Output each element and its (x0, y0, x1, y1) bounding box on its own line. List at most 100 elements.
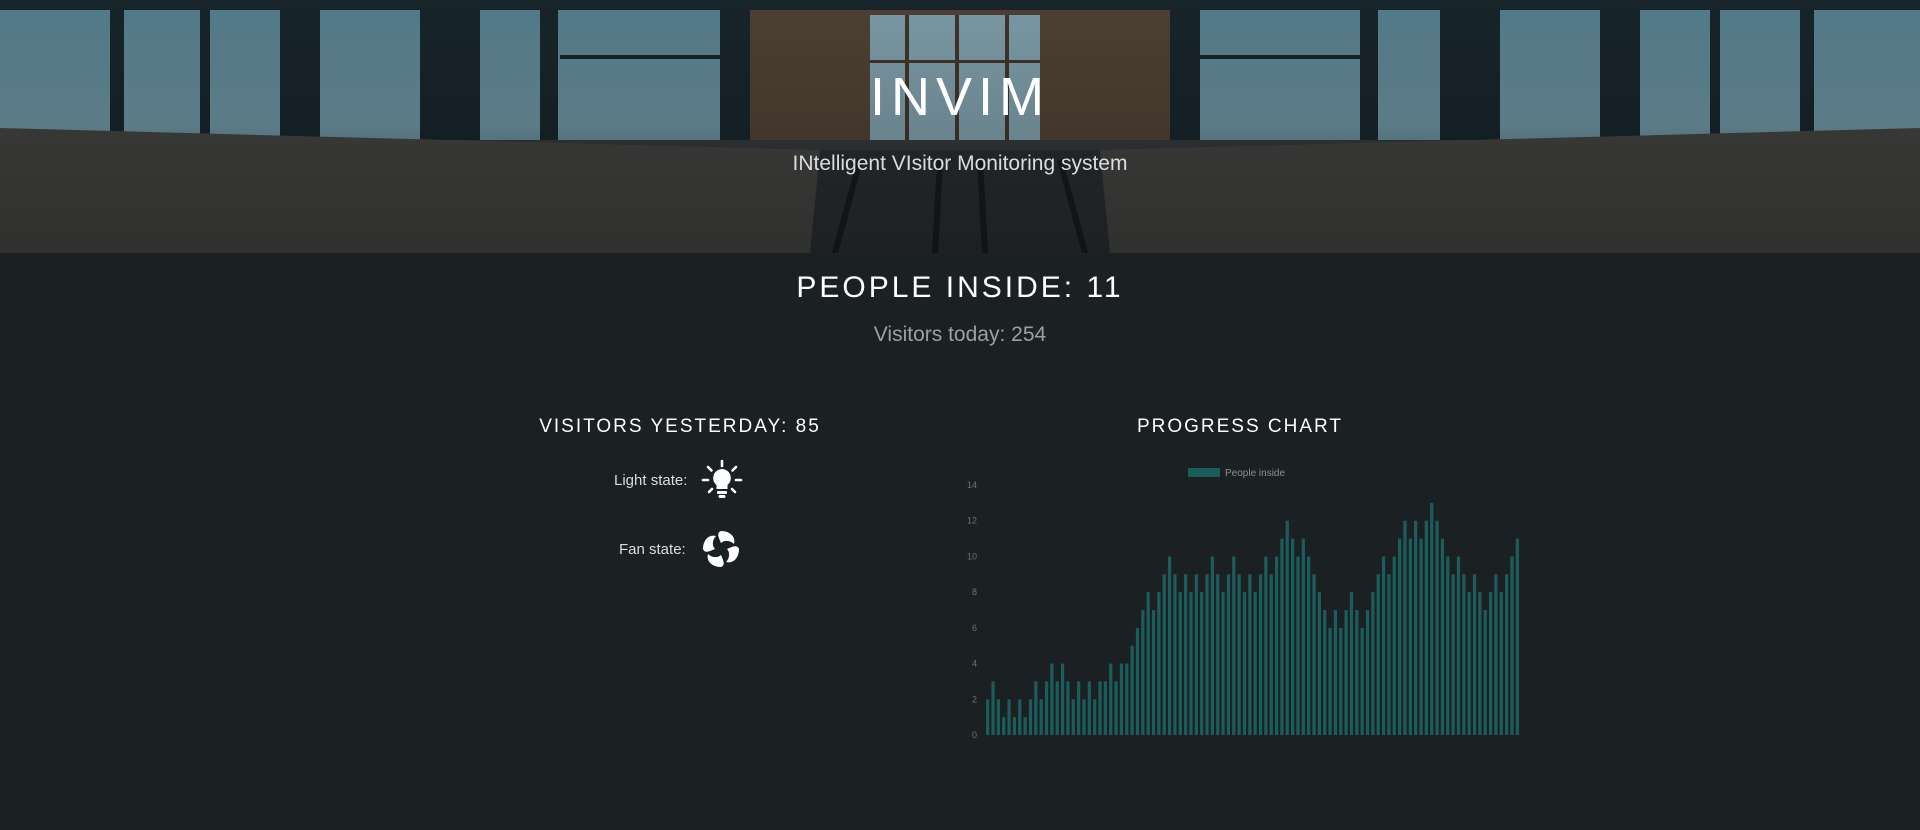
chart-bar (1285, 520, 1289, 735)
fan-icon (702, 531, 739, 567)
chart-bar (1440, 538, 1445, 735)
chart-bar (1151, 610, 1156, 735)
progress-chart: People inside 0 2 4 6 8 10 12 14 (967, 468, 1519, 740)
chart-bar (1189, 592, 1193, 735)
chart-bar (1403, 520, 1407, 735)
fan-state-row: Fan state: (619, 528, 742, 570)
chart-bar (1365, 610, 1370, 735)
chart-bar (1462, 574, 1466, 735)
chart-legend: People inside (1188, 468, 1285, 479)
chart-bar (1114, 681, 1118, 735)
legend-label: People inside (1225, 468, 1285, 479)
chart-bar (1082, 699, 1086, 735)
chart-bar (1515, 538, 1519, 735)
chart-bar (1280, 538, 1284, 735)
chart-bar (1381, 556, 1386, 735)
visitors-yesterday-count: VISITORS YESTERDAY: 85 (539, 416, 821, 437)
chart-bar (991, 681, 995, 735)
chart-bar (1296, 556, 1300, 735)
chart-bar (1125, 663, 1129, 735)
chart-bar (1060, 663, 1065, 735)
chart-bar (1258, 574, 1263, 735)
chart-bar (1355, 610, 1359, 735)
y-tick-label: 14 (967, 480, 977, 490)
chart-bar (1109, 663, 1113, 735)
chart-bar (1264, 556, 1268, 735)
chart-bar (1307, 556, 1311, 735)
chart-bar (1205, 574, 1209, 735)
chart-bar (1077, 681, 1081, 735)
light-state-row: Light state: (614, 459, 743, 501)
y-tick-label: 2 (972, 694, 977, 704)
chart-bar (1157, 592, 1161, 735)
chart-bar (1028, 699, 1033, 735)
chart-bar (1141, 610, 1145, 735)
chart-bar (1007, 699, 1011, 735)
chart-bar (1232, 556, 1236, 735)
chart-bar (1162, 574, 1166, 735)
chart-bar (1408, 538, 1412, 735)
app-subtitle: INtelligent VIsitor Monitoring system (792, 152, 1128, 175)
chart-bar (1066, 681, 1070, 735)
chart-bar (1242, 592, 1247, 735)
chart-bar (1221, 592, 1225, 735)
chart-bar (1312, 574, 1316, 735)
chart-bar (1371, 592, 1375, 735)
chart-bar (1323, 610, 1327, 735)
chart-bar (1494, 574, 1498, 735)
y-tick-label: 8 (972, 587, 977, 597)
chart-bar (1328, 627, 1332, 735)
chart-bar (1398, 538, 1402, 735)
chart-bar (1248, 574, 1252, 735)
y-tick-label: 0 (972, 730, 977, 740)
chart-bar (1274, 556, 1279, 735)
legend-swatch (1188, 468, 1220, 477)
chart-bar (1237, 574, 1241, 735)
chart-bar (1253, 592, 1257, 735)
chart-bar (1430, 502, 1434, 735)
chart-bar (1392, 556, 1396, 735)
chart-bar (1194, 574, 1198, 735)
chart-bar (1226, 574, 1231, 735)
chart-bar (1488, 592, 1493, 735)
chart-bar (1414, 520, 1418, 735)
people-inside-count: PEOPLE INSIDE: 11 (796, 271, 1124, 304)
chart-bar (986, 699, 990, 735)
progress-chart-title: PROGRESS CHART (1136, 416, 1344, 437)
chart-bar (1499, 592, 1503, 735)
chart-bar (1483, 610, 1487, 735)
chart-bar (1135, 627, 1140, 735)
chart-bar (1103, 681, 1107, 735)
chart-bar (1119, 663, 1124, 735)
lightbulb-icon (702, 459, 743, 498)
chart-bar (1184, 574, 1188, 735)
chart-bar (1472, 574, 1477, 735)
chart-bar (1002, 717, 1006, 735)
chart-bar (1387, 574, 1391, 735)
chart-bar (1419, 538, 1423, 735)
chart-bar (1505, 574, 1509, 735)
chart-bar (1349, 592, 1354, 735)
chart-bar (1446, 556, 1450, 735)
y-tick-label: 6 (972, 623, 977, 633)
chart-bar (1178, 592, 1182, 735)
chart-bar (1424, 520, 1428, 735)
chart-bar (1451, 574, 1455, 735)
visitors-today-count: Visitors today: 254 (873, 323, 1047, 346)
chart-bar (1146, 592, 1150, 735)
chart-bar (1435, 520, 1439, 735)
chart-bar (1456, 556, 1461, 735)
chart-bar (1269, 574, 1273, 735)
chart-bar (1339, 627, 1343, 735)
chart-bar (1317, 592, 1321, 735)
light-state-label: Light state: (614, 471, 688, 489)
chart-bar (1301, 538, 1305, 735)
chart-bar (1200, 592, 1204, 735)
chart-bar (1210, 556, 1214, 735)
chart-bar (1291, 538, 1295, 735)
chart-bar (1098, 681, 1102, 735)
chart-bar (1018, 699, 1022, 735)
chart-bar (1071, 699, 1075, 735)
app-title: INVIM (869, 67, 1050, 127)
y-tick-label: 10 (967, 551, 977, 561)
